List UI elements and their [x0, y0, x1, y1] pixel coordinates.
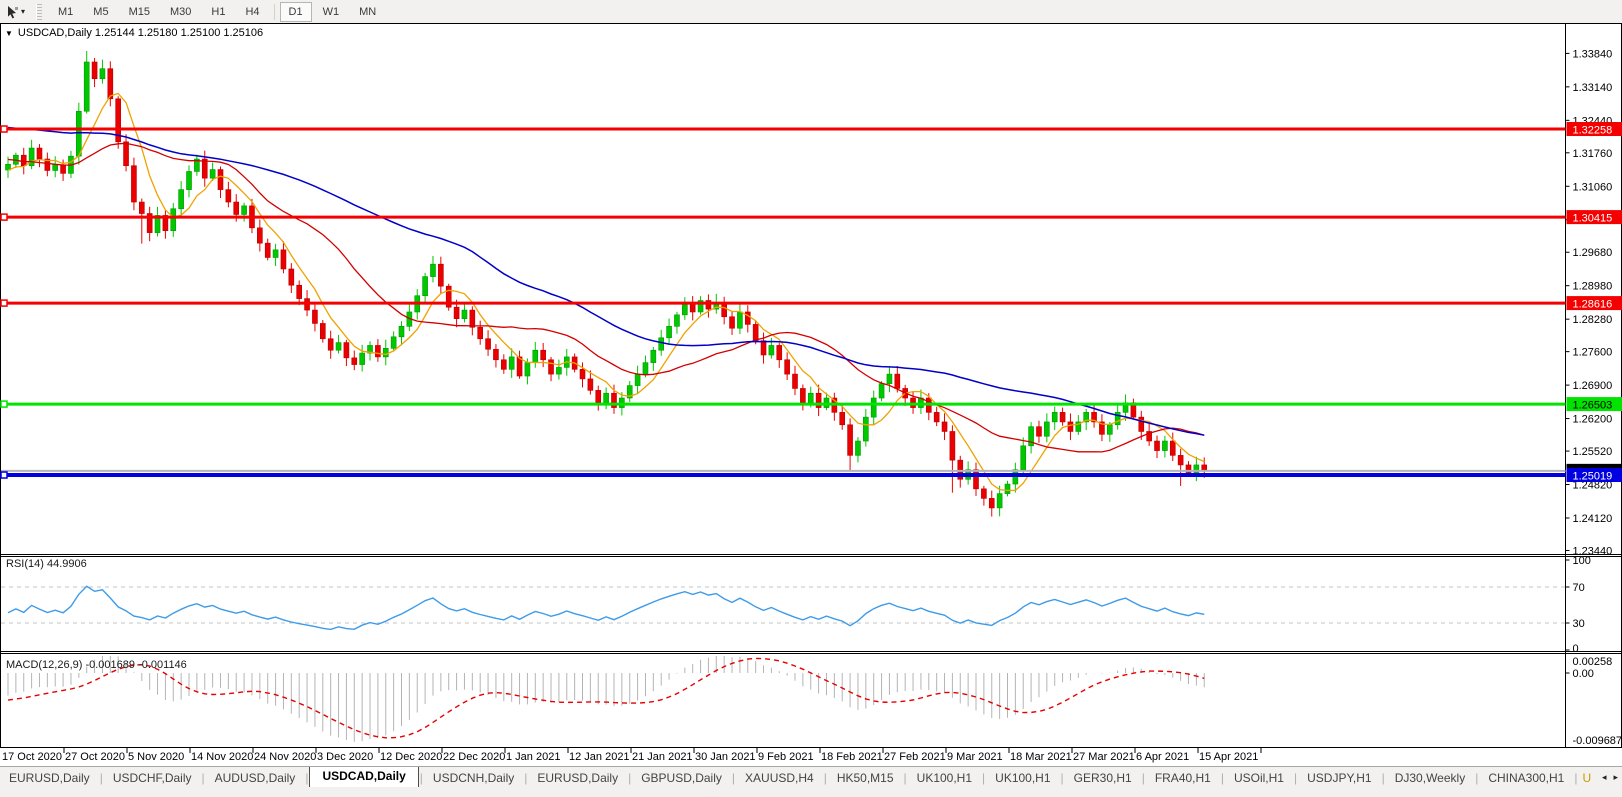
tab-separator: |: [1294, 771, 1297, 785]
date-label: 27 Feb 2021: [884, 751, 946, 763]
chart-tab-gbpusd-daily[interactable]: GBPUSD,Daily: [632, 769, 731, 787]
tab-separator: |: [1221, 771, 1224, 785]
chart-tab-audusd-daily[interactable]: AUDUSD,Daily: [206, 769, 305, 787]
chart-canvas[interactable]: 1.338401.331401.324401.317601.310601.303…: [0, 0, 1622, 766]
chart-tab-fra40-h1[interactable]: FRA40,H1: [1146, 769, 1220, 787]
date-label: 21 Jan 2021: [632, 751, 693, 763]
svg-text:0.00: 0.00: [1573, 668, 1594, 680]
svg-text:1.28616: 1.28616: [1573, 299, 1613, 311]
tab-separator: |: [100, 771, 103, 785]
svg-text:1.31760: 1.31760: [1573, 148, 1613, 160]
svg-text:30: 30: [1573, 618, 1585, 630]
status-strip: [0, 787, 1622, 797]
date-label: 22 Dec 2020: [443, 751, 505, 763]
chart-tab-eurusd-daily[interactable]: EURUSD,Daily: [528, 769, 627, 787]
date-label: 9 Feb 2021: [758, 751, 814, 763]
chart-tab-usdjpy-h1[interactable]: USDJPY,H1: [1298, 769, 1380, 787]
svg-text:1.26200: 1.26200: [1573, 414, 1613, 426]
date-label: 12 Dec 2020: [380, 751, 442, 763]
tab-separator: |: [305, 771, 308, 785]
date-label: 27 Oct 2020: [65, 751, 125, 763]
date-label: 1 Jan 2021: [506, 751, 560, 763]
svg-text:1.33140: 1.33140: [1573, 82, 1613, 94]
date-label: 15 Apr 2021: [1199, 751, 1258, 763]
chart-tab-eurusd-daily[interactable]: EURUSD,Daily: [0, 769, 99, 787]
date-label: 18 Mar 2021: [1010, 751, 1072, 763]
tab-separator: |: [732, 771, 735, 785]
svg-text:1.26900: 1.26900: [1573, 380, 1613, 392]
chart-tab-usdcnh-daily[interactable]: USDCNH,Daily: [424, 769, 523, 787]
svg-text:1.31060: 1.31060: [1573, 181, 1613, 193]
chart-tab-ger30-h1[interactable]: GER30,H1: [1065, 769, 1141, 787]
chart-title-text: USDCAD,Daily 1.25144 1.25180 1.25100 1.2…: [18, 27, 263, 39]
tab-scroll-arrows: ◂ ▸: [1598, 767, 1622, 788]
tabs-scroll-right-icon[interactable]: ▸: [1613, 772, 1618, 783]
svg-text:1.24120: 1.24120: [1573, 513, 1613, 525]
chart-tabs-bar: EURUSD,Daily|USDCHF,Daily|AUDUSD,Daily|U…: [0, 766, 1622, 788]
macd-indicator-label: MACD(12,26,9) -0.001689 -0.001146: [6, 659, 187, 671]
svg-text:1.29680: 1.29680: [1573, 247, 1613, 259]
date-label: 18 Feb 2021: [821, 751, 883, 763]
tab-separator: |: [824, 771, 827, 785]
chart-tab-usdchf-daily[interactable]: USDCHF,Daily: [104, 769, 201, 787]
chart-tab-uk100-h1[interactable]: UK100,H1: [986, 769, 1059, 787]
date-axis[interactable]: 17 Oct 202027 Oct 20205 Nov 2020 14 Nov 2…: [2, 748, 1261, 763]
svg-text:1.30415: 1.30415: [1573, 213, 1613, 225]
svg-text:-0.009687: -0.009687: [1573, 735, 1622, 747]
svg-text:1.27600: 1.27600: [1573, 347, 1613, 359]
chart-tab-uk100-h1[interactable]: UK100,H1: [908, 769, 981, 787]
chart-tab-overflow[interactable]: U: [1578, 769, 1595, 787]
svg-text:1.25019: 1.25019: [1573, 471, 1613, 483]
chart-tab-china300-h1[interactable]: CHINA300,H1: [1479, 769, 1573, 787]
chart-title: ▼ USDCAD,Daily 1.25144 1.25180 1.25100 1.…: [5, 27, 263, 39]
svg-text:1.28980: 1.28980: [1573, 281, 1613, 293]
tab-separator: |: [1475, 771, 1478, 785]
date-label: 12 Jan 2021: [569, 751, 630, 763]
tab-separator: |: [982, 771, 985, 785]
chart-tab-usdcad-daily[interactable]: USDCAD,Daily: [309, 767, 418, 788]
svg-text:0.00258: 0.00258: [1573, 656, 1613, 668]
tab-separator: |: [1061, 771, 1064, 785]
tab-separator: |: [904, 771, 907, 785]
date-label: 9 Mar 2021: [947, 751, 1003, 763]
chart-tab-xauusd-h4[interactable]: XAUUSD,H4: [736, 769, 823, 787]
tab-separator: |: [202, 771, 205, 785]
chart-tabs: EURUSD,Daily|USDCHF,Daily|AUDUSD,Daily|U…: [0, 767, 1598, 788]
svg-text:100: 100: [1573, 555, 1591, 567]
collapse-triangle-icon[interactable]: ▼: [5, 29, 13, 38]
chart-tab-usoil-h1[interactable]: USOil,H1: [1225, 769, 1293, 787]
svg-text:1.32258: 1.32258: [1573, 125, 1613, 137]
svg-text:1.26503: 1.26503: [1573, 400, 1613, 412]
svg-text:1.25520: 1.25520: [1573, 446, 1613, 458]
tab-separator: |: [628, 771, 631, 785]
date-label: 14 Nov 2020: [191, 751, 253, 763]
svg-text:1.28280: 1.28280: [1573, 314, 1613, 326]
tab-separator: |: [1142, 771, 1145, 785]
svg-text:70: 70: [1573, 582, 1585, 594]
rsi-indicator-label: RSI(14) 44.9906: [6, 558, 87, 570]
tab-separator: |: [420, 771, 423, 785]
date-label: 3 Dec 2020: [317, 751, 373, 763]
svg-text:0: 0: [1573, 643, 1579, 655]
tabs-scroll-left-icon[interactable]: ◂: [1602, 772, 1607, 783]
tab-separator: |: [1382, 771, 1385, 785]
date-label: 17 Oct 2020: [2, 751, 62, 763]
date-label: 27 Mar 2021: [1073, 751, 1135, 763]
svg-text:1.33840: 1.33840: [1573, 48, 1613, 60]
chart-tab-hk50-m15[interactable]: HK50,M15: [828, 769, 903, 787]
date-label: 6 Apr 2021: [1136, 751, 1189, 763]
date-label: 30 Jan 2021: [695, 751, 756, 763]
date-label: 5 Nov 2020: [128, 751, 184, 763]
chart-tab-dj30-weekly[interactable]: DJ30,Weekly: [1386, 769, 1474, 787]
date-label: 24 Nov 2020: [254, 751, 316, 763]
tab-separator: |: [524, 771, 527, 785]
